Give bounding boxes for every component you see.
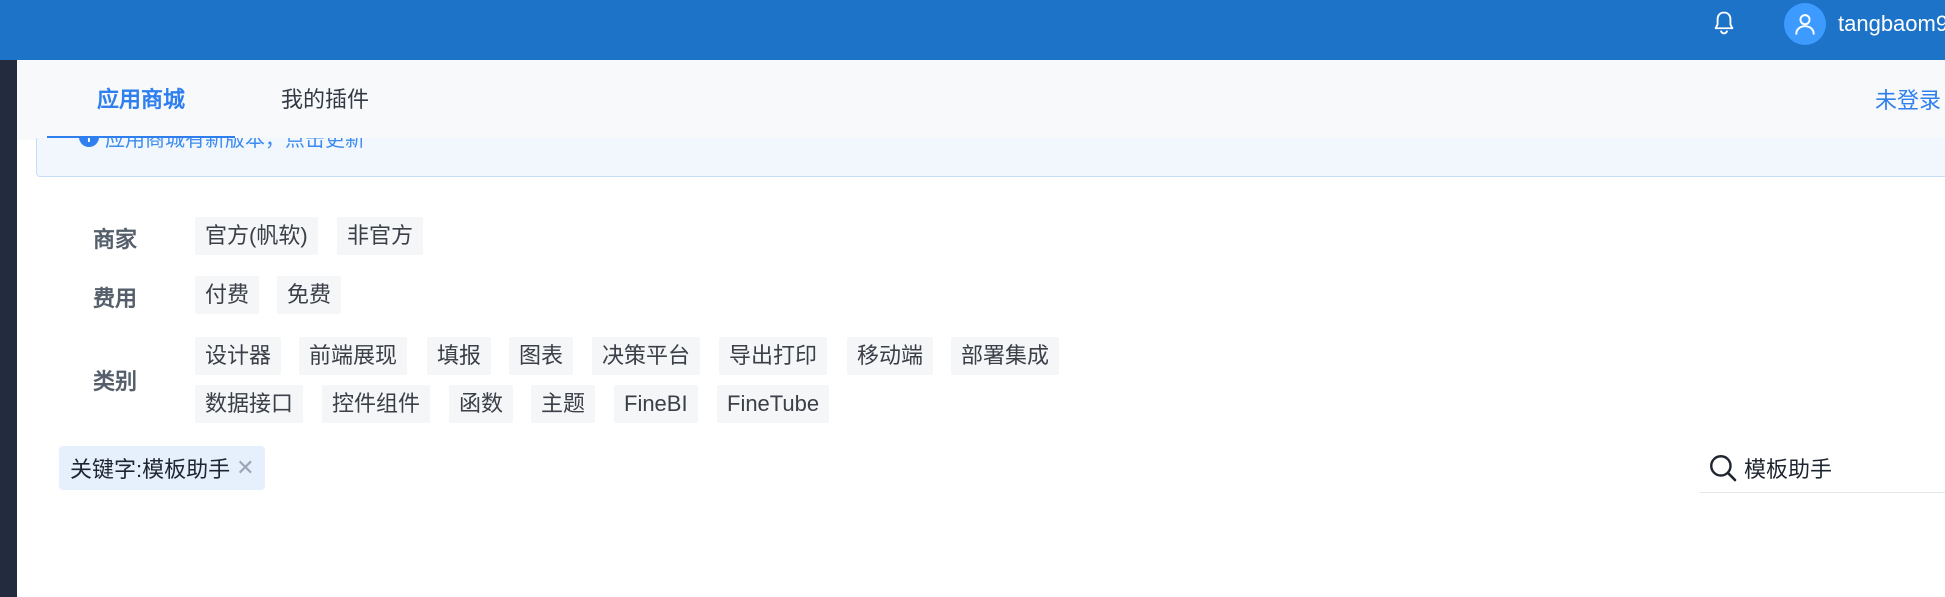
filter-label-category: 类别	[93, 369, 138, 394]
tab-app-store[interactable]: 应用商城	[77, 60, 205, 140]
filter-chip-official[interactable]: 官方(帆软)	[195, 217, 318, 255]
keyword-filter-label: 关键字:模板助手	[70, 457, 231, 482]
filter-chip-paid[interactable]: 付费	[195, 276, 260, 314]
filter-chip-themes[interactable]: 主题	[531, 385, 596, 423]
filter-chip-export-print[interactable]: 导出打印	[719, 337, 828, 375]
filter-chip-frontend-display[interactable]: 前端展现	[299, 337, 408, 375]
username[interactable]: tangbaom9	[1838, 11, 1945, 37]
close-icon[interactable]: ✕	[236, 457, 254, 479]
user-menu[interactable]: tangbaom9	[1784, 2, 1945, 46]
filter-label-fee: 费用	[93, 286, 138, 311]
left-sidebar-strip	[0, 60, 17, 597]
update-notice-text[interactable]: 应用商城有新版本，点击更新	[105, 138, 365, 152]
filter-chip-designer[interactable]: 设计器	[195, 337, 282, 375]
top-header: tangbaom9	[0, 0, 1945, 60]
filter-chip-deployment[interactable]: 部署集成	[951, 337, 1060, 375]
search-input[interactable]	[1744, 455, 1934, 481]
tab-my-plugins[interactable]: 我的插件	[261, 60, 389, 140]
filter-chip-data-interface[interactable]: 数据接口	[195, 385, 304, 423]
info-icon: i	[79, 138, 99, 147]
filter-chip-free[interactable]: 免费	[277, 276, 342, 314]
filter-chip-mobile[interactable]: 移动端	[847, 337, 934, 375]
filter-chip-widgets[interactable]: 控件组件	[322, 385, 431, 423]
login-link[interactable]: 未登录	[1875, 60, 1941, 140]
keyword-filter-tag: 关键字:模板助手 ✕	[59, 446, 265, 490]
bell-icon[interactable]	[1710, 9, 1738, 37]
user-icon	[1795, 14, 1815, 35]
search-icon[interactable]	[1706, 451, 1740, 485]
filter-label-vendor: 商家	[93, 227, 138, 252]
tabs-bar: 应用商城 我的插件 未登录	[17, 60, 1945, 140]
filter-chip-unofficial[interactable]: 非官方	[337, 217, 424, 255]
search-box	[1700, 444, 1945, 493]
filter-chip-decision-platform[interactable]: 决策平台	[592, 337, 701, 375]
filter-chip-finebi[interactable]: FineBI	[614, 385, 698, 423]
filter-chip-functions[interactable]: 函数	[449, 385, 514, 423]
filter-chip-fill-report[interactable]: 填报	[427, 337, 492, 375]
update-notice-content[interactable]: i 应用商城有新版本，点击更新	[79, 138, 365, 152]
avatar[interactable]	[1784, 3, 1826, 45]
filter-chip-finetube[interactable]: FineTube	[717, 385, 830, 423]
update-notice: i 应用商城有新版本，点击更新	[36, 138, 1945, 177]
filter-chip-chart[interactable]: 图表	[509, 337, 574, 375]
